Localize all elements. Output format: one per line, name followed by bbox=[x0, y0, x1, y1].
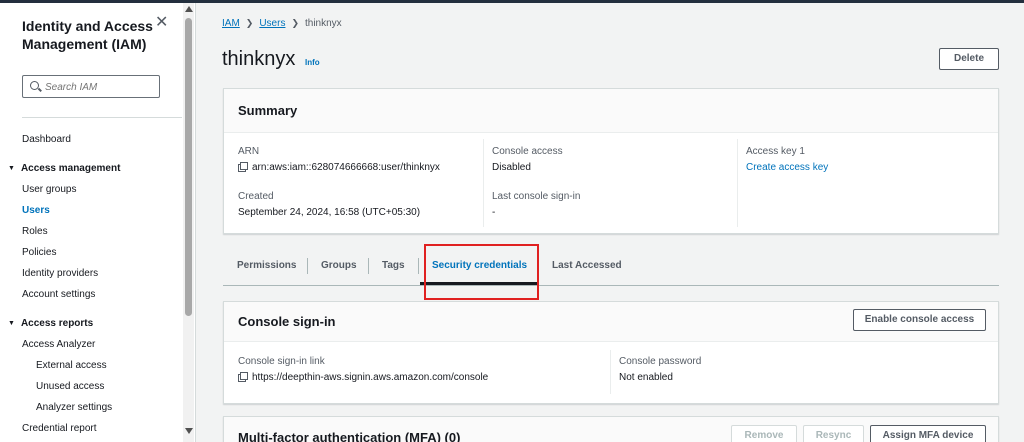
sidebar-item-external-access[interactable]: External access bbox=[36, 360, 107, 372]
sidebar: Identity and Access Management (IAM) ✕ D… bbox=[0, 3, 196, 442]
sidebar-section-access-management[interactable]: ▼ Access management bbox=[8, 163, 120, 175]
console-access-label: Console access bbox=[492, 146, 563, 157]
sidebar-divider bbox=[22, 117, 182, 118]
tab-permissions[interactable]: Permissions bbox=[237, 260, 296, 271]
search-icon bbox=[30, 81, 39, 90]
breadcrumb: IAM ❯ Users ❯ thinknyx bbox=[222, 17, 342, 30]
page-title: thinknyx bbox=[222, 48, 296, 70]
sidebar-title: Identity and Access Management (IAM) bbox=[22, 18, 153, 52]
created-label: Created bbox=[238, 191, 274, 202]
column-divider bbox=[737, 139, 738, 227]
column-divider bbox=[483, 139, 484, 227]
tab-separator bbox=[368, 258, 369, 274]
breadcrumb-current: thinknyx bbox=[305, 18, 342, 29]
copy-icon[interactable] bbox=[238, 162, 248, 172]
info-link[interactable]: Info bbox=[305, 58, 320, 67]
resync-mfa-button[interactable]: Resync bbox=[803, 425, 864, 442]
breadcrumb-users[interactable]: Users bbox=[259, 18, 285, 29]
search-box[interactable] bbox=[22, 75, 160, 98]
sidebar-item-dashboard[interactable]: Dashboard bbox=[22, 134, 71, 146]
tab-separator bbox=[418, 258, 419, 274]
created-value: September 24, 2024, 16:58 (UTC+05:30) bbox=[238, 207, 421, 218]
sidebar-item-roles[interactable]: Roles bbox=[22, 226, 48, 238]
sidebar-section-access-reports[interactable]: ▼ Access reports bbox=[8, 318, 93, 330]
console-signin-panel: Console sign-in Enable console access Co… bbox=[223, 301, 999, 404]
column-divider bbox=[610, 350, 611, 394]
last-signin-label: Last console sign-in bbox=[492, 191, 581, 202]
chevron-right-icon: ❯ bbox=[245, 18, 254, 28]
enable-console-access-button[interactable]: Enable console access bbox=[853, 309, 986, 331]
scroll-up-arrow-icon[interactable] bbox=[185, 6, 193, 12]
sidebar-item-access-analyzer[interactable]: Access Analyzer bbox=[22, 339, 95, 351]
search-input[interactable] bbox=[45, 79, 155, 95]
sidebar-item-user-groups[interactable]: User groups bbox=[22, 184, 76, 196]
highlight-annotation bbox=[424, 244, 539, 300]
arn-label: ARN bbox=[238, 146, 260, 157]
tab-tags[interactable]: Tags bbox=[382, 260, 405, 271]
tab-separator bbox=[307, 258, 308, 274]
caret-down-icon: ▼ bbox=[8, 320, 15, 327]
sidebar-item-identity-providers[interactable]: Identity providers bbox=[22, 268, 98, 280]
console-signin-heading: Console sign-in bbox=[238, 314, 336, 329]
summary-header: Summary bbox=[224, 89, 998, 133]
sidebar-item-account-settings[interactable]: Account settings bbox=[22, 289, 95, 301]
console-access-value: Disabled bbox=[492, 162, 531, 173]
sidebar-item-credential-report[interactable]: Credential report bbox=[22, 423, 96, 435]
sidebar-item-analyzer-settings[interactable]: Analyzer settings bbox=[36, 402, 112, 414]
scroll-down-arrow-icon[interactable] bbox=[185, 428, 193, 434]
close-icon[interactable]: ✕ bbox=[155, 15, 168, 31]
caret-down-icon: ▼ bbox=[8, 165, 15, 172]
last-signin-value: - bbox=[492, 207, 496, 218]
chevron-right-icon: ❯ bbox=[291, 18, 299, 28]
sidebar-item-unused-access[interactable]: Unused access bbox=[36, 381, 104, 393]
summary-panel: Summary ARN arn:aws:iam::628074666668:us… bbox=[223, 88, 999, 234]
summary-heading: Summary bbox=[238, 103, 298, 118]
breadcrumb-iam[interactable]: IAM bbox=[222, 18, 240, 29]
mfa-panel: Multi-factor authentication (MFA) (0) Re… bbox=[223, 416, 999, 442]
create-access-key-link[interactable]: Create access key bbox=[746, 162, 828, 174]
console-password-value: Not enabled bbox=[619, 372, 673, 383]
sidebar-item-policies[interactable]: Policies bbox=[22, 247, 56, 259]
tab-last-accessed[interactable]: Last Accessed bbox=[552, 260, 622, 271]
arn-value: arn:aws:iam::628074666668:user/thinknyx bbox=[238, 162, 440, 174]
console-password-label: Console password bbox=[619, 356, 702, 367]
sidebar-item-users[interactable]: Users bbox=[22, 205, 50, 217]
tab-bar: Permissions Groups Tags Security credent… bbox=[223, 250, 999, 286]
signin-link-value: https://deepthin-aws.signin.aws.amazon.c… bbox=[238, 372, 488, 384]
mfa-heading: Multi-factor authentication (MFA) (0) bbox=[238, 430, 461, 442]
delete-button[interactable]: Delete bbox=[939, 48, 999, 70]
remove-mfa-button[interactable]: Remove bbox=[731, 425, 797, 442]
access-key-label: Access key 1 bbox=[746, 146, 805, 157]
assign-mfa-device-button[interactable]: Assign MFA device bbox=[870, 425, 986, 442]
tab-groups[interactable]: Groups bbox=[321, 260, 357, 271]
signin-link-label: Console sign-in link bbox=[238, 356, 325, 367]
copy-icon[interactable] bbox=[238, 372, 248, 382]
scrollbar-thumb[interactable] bbox=[185, 18, 192, 316]
